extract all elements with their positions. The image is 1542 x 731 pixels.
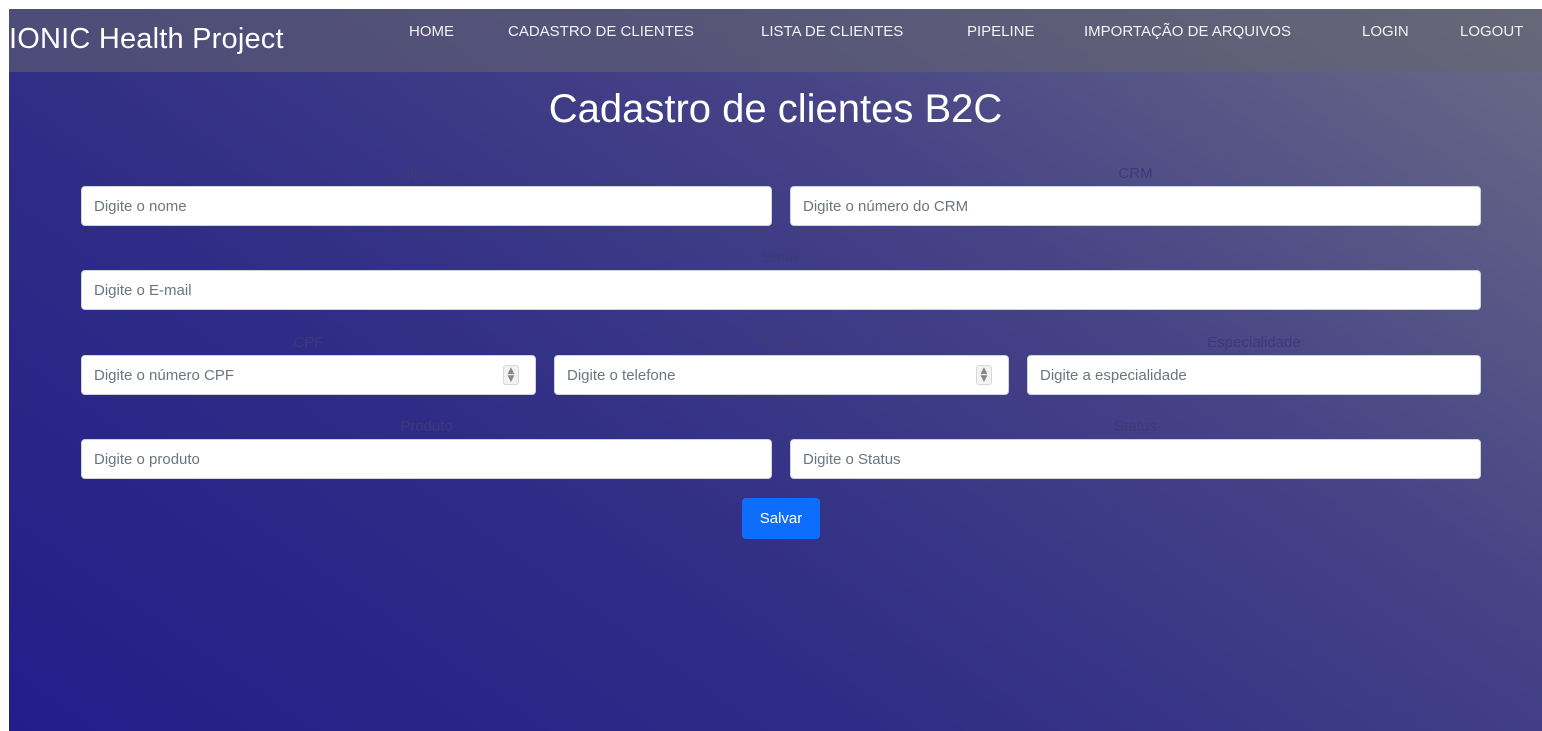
email-label: Email bbox=[762, 249, 800, 266]
nav-link-importacao-de-arquivos[interactable]: IMPORTAÇÃO DE ARQUIVOS bbox=[1084, 23, 1291, 40]
telefone-stepper-icon[interactable]: ▲ ▼ bbox=[976, 365, 992, 385]
cpf-input[interactable] bbox=[81, 355, 536, 395]
status-input[interactable] bbox=[790, 439, 1481, 479]
cpf-stepper-icon[interactable]: ▲ ▼ bbox=[503, 365, 519, 385]
nav-link-logout[interactable]: LOGOUT bbox=[1460, 23, 1523, 40]
nome-input[interactable] bbox=[81, 186, 772, 226]
nav-link-pipeline[interactable]: PIPELINE bbox=[967, 23, 1035, 40]
nome-label: Nome bbox=[406, 165, 447, 182]
save-button[interactable]: Salvar bbox=[742, 498, 820, 539]
produto-input[interactable] bbox=[81, 439, 772, 479]
navbar: IONIC Health Project HOME CADASTRO DE CL… bbox=[9, 9, 1542, 72]
nav-link-cadastro-de-clientes[interactable]: CADASTRO DE CLIENTES bbox=[508, 23, 694, 40]
window-left-margin bbox=[0, 0, 9, 731]
especialidade-input[interactable] bbox=[1027, 355, 1481, 395]
telefone-label: Telefone bbox=[753, 334, 810, 351]
page-title: Cadastro de clientes B2C bbox=[548, 87, 1003, 131]
telefone-input[interactable] bbox=[554, 355, 1009, 395]
crm-input[interactable] bbox=[790, 186, 1481, 226]
produto-label: Produto bbox=[400, 418, 453, 435]
nav-link-home[interactable]: HOME bbox=[409, 23, 454, 40]
nav-link-login[interactable]: LOGIN bbox=[1362, 23, 1409, 40]
status-label: Status bbox=[1114, 418, 1157, 435]
crm-label: CRM bbox=[1118, 165, 1153, 182]
brand-title[interactable]: IONIC Health Project bbox=[9, 23, 284, 56]
window-top-margin bbox=[0, 0, 1542, 9]
nav-link-lista-de-clientes[interactable]: LISTA DE CLIENTES bbox=[761, 23, 903, 40]
especialidade-label: Especialidade bbox=[1207, 334, 1301, 351]
app-container: IONIC Health Project HOME CADASTRO DE CL… bbox=[9, 9, 1542, 731]
cpf-label: CPF bbox=[293, 334, 324, 351]
email-input[interactable] bbox=[81, 270, 1481, 310]
